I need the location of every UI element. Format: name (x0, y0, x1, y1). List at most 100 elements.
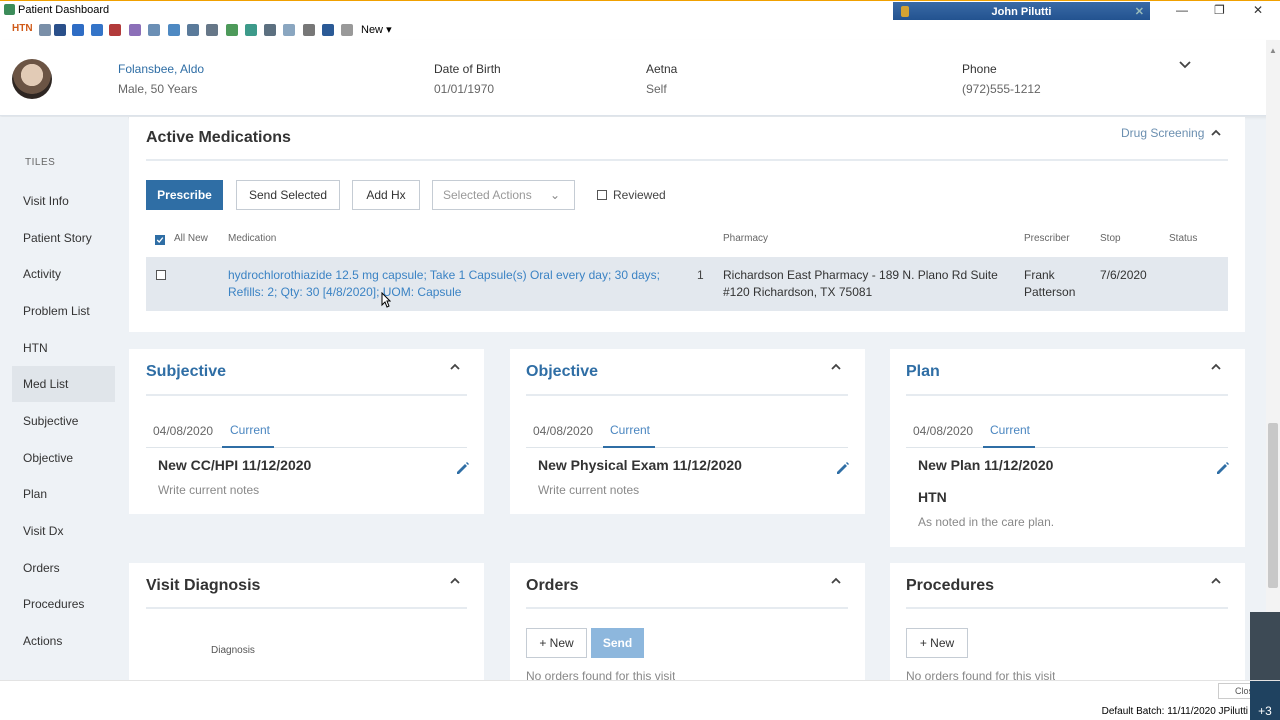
sidebar-item-problem-list[interactable]: Problem List (12, 293, 115, 329)
lab-icon[interactable] (168, 24, 180, 36)
sidebar-item-procedures[interactable]: Procedures (12, 586, 115, 622)
tab-current[interactable]: Current (230, 423, 270, 437)
pharmacy-line-2: #120 Richardson, TX 75081 (723, 285, 873, 299)
medication-link[interactable]: hydrochlorothiazide 12.5 mg capsule; Tak… (228, 267, 660, 301)
dob-label: Date of Birth (434, 62, 501, 76)
selected-actions-dropdown[interactable]: Selected Actions ⌄ (432, 180, 575, 210)
chevron-down-icon[interactable] (1178, 58, 1192, 72)
row-checkbox[interactable] (156, 270, 166, 280)
scrollbar-thumb[interactable] (1268, 423, 1278, 588)
phone-value: (972)555-1212 (962, 82, 1041, 96)
divider (526, 447, 848, 448)
chevron-up-icon[interactable] (449, 361, 461, 373)
pin-icon[interactable] (901, 6, 909, 17)
chevron-up-icon[interactable] (830, 575, 842, 587)
tab-current[interactable]: Current (990, 423, 1030, 437)
restore-icon[interactable]: ❐ (1214, 3, 1225, 17)
sidebar-item-activity[interactable]: Activity (12, 256, 115, 292)
tab-date[interactable]: 04/08/2020 (913, 424, 973, 438)
chevron-up-icon[interactable] (1210, 575, 1222, 587)
sidebar-header: TILES (25, 157, 56, 168)
notification-count-badge[interactable]: +3 (1250, 681, 1280, 720)
all-new-checkbox[interactable] (155, 235, 165, 245)
divider (526, 607, 848, 609)
diagnosis-column: Diagnosis (211, 645, 255, 656)
send-selected-button[interactable]: Send Selected (236, 180, 340, 210)
sidebar-item-actions[interactable]: Actions (12, 623, 115, 659)
note-placeholder[interactable]: Write current notes (158, 483, 259, 497)
close-button[interactable]: Close (1218, 683, 1252, 699)
chevron-up-icon[interactable] (449, 575, 461, 587)
export-icon[interactable] (245, 24, 257, 36)
sidebar-item-plan[interactable]: Plan (12, 476, 115, 512)
tab-date[interactable]: 04/08/2020 (153, 424, 213, 438)
scroll-up-icon[interactable]: ▲ (1269, 46, 1277, 55)
column-medication: Medication (228, 233, 277, 244)
sidebar-item-htn[interactable]: HTN (12, 330, 115, 366)
note-title[interactable]: New Physical Exam 11/12/2020 (538, 457, 742, 473)
pencil-icon[interactable] (835, 460, 851, 476)
chevron-up-icon[interactable] (1210, 127, 1222, 139)
table-row[interactable]: hydrochlorothiazide 12.5 mg capsule; Tak… (146, 257, 1228, 311)
sidebar-item-patient-story[interactable]: Patient Story (12, 220, 115, 256)
medication-line-2: Refills: 2; Qty: 30 [4/8/2020]; UOM: Cap… (228, 285, 462, 299)
user-name: John Pilutti (991, 6, 1052, 18)
person-icon[interactable] (54, 24, 66, 36)
link-icon[interactable] (341, 24, 353, 36)
tag-icon[interactable] (283, 24, 295, 36)
plan-title: Plan (906, 363, 940, 380)
procedures-empty-message: No orders found for this visit (906, 669, 1056, 680)
chart-icon[interactable] (109, 24, 121, 36)
note-placeholder[interactable]: Write current notes (538, 483, 639, 497)
chevron-up-icon[interactable] (830, 361, 842, 373)
sidebar-item-orders[interactable]: Orders (12, 550, 115, 586)
reviewed-checkbox[interactable] (597, 190, 607, 200)
new-order-button[interactable]: + New (526, 628, 587, 658)
card-icon[interactable] (91, 24, 103, 36)
toolbar-htn-button[interactable]: HTN (12, 23, 33, 34)
send-order-button[interactable]: Send (591, 628, 644, 658)
tab-active-indicator (603, 446, 655, 448)
dollar-icon[interactable] (39, 24, 51, 36)
new-dropdown[interactable]: New ▾ (361, 23, 392, 36)
group-icon[interactable] (264, 24, 276, 36)
tool-icon[interactable] (303, 24, 315, 36)
minimize-icon[interactable]: — (1176, 3, 1188, 17)
note-title[interactable]: New CC/HPI 11/12/2020 (158, 457, 311, 473)
subjective-title: Subjective (146, 363, 227, 380)
tab-date[interactable]: 04/08/2020 (533, 424, 593, 438)
close-window-icon[interactable]: ✕ (1253, 3, 1263, 17)
vertical-scrollbar[interactable]: ▲ (1266, 40, 1280, 680)
tab-current[interactable]: Current (610, 423, 650, 437)
divider (906, 607, 1228, 609)
phone-label: Phone (962, 62, 997, 76)
title-bar: Patient Dashboard John Pilutti ✕ — ❐ ✕ (0, 0, 1280, 23)
provider-icon[interactable] (322, 24, 334, 36)
app-icon (4, 4, 15, 15)
note-title[interactable]: New Plan 11/12/2020 (918, 457, 1053, 473)
side-panel-tab[interactable] (1250, 612, 1280, 680)
selected-actions-value: Selected Actions (443, 188, 532, 202)
document-icon[interactable] (187, 24, 199, 36)
checkmark-icon (156, 237, 164, 243)
new-procedure-button[interactable]: + New (906, 628, 968, 658)
flowsheet-icon[interactable] (148, 24, 160, 36)
edit-icon[interactable] (129, 24, 141, 36)
sidebar-item-subjective[interactable]: Subjective (12, 403, 115, 439)
contact-icon[interactable] (72, 24, 84, 36)
orders-empty-message: No orders found for this visit (526, 669, 676, 680)
chevron-up-icon[interactable] (1210, 361, 1222, 373)
pencil-icon[interactable] (455, 460, 471, 476)
prescribe-button[interactable]: Prescribe (146, 180, 223, 210)
mail-icon[interactable] (206, 24, 218, 36)
sidebar-item-objective[interactable]: Objective (12, 440, 115, 476)
add-hx-button[interactable]: Add Hx (352, 180, 420, 210)
tab-active-indicator (983, 446, 1035, 448)
drug-screening-link[interactable]: Drug Screening (1121, 126, 1204, 140)
pencil-icon[interactable] (1215, 460, 1231, 476)
patient-name[interactable]: Folansbee, Aldo (118, 62, 204, 76)
image-icon[interactable] (226, 24, 238, 36)
sidebar-item-visit-info[interactable]: Visit Info (12, 183, 115, 219)
sidebar-item-med-list[interactable]: Med List (12, 366, 115, 402)
sidebar-item-visit-dx[interactable]: Visit Dx (12, 513, 115, 549)
